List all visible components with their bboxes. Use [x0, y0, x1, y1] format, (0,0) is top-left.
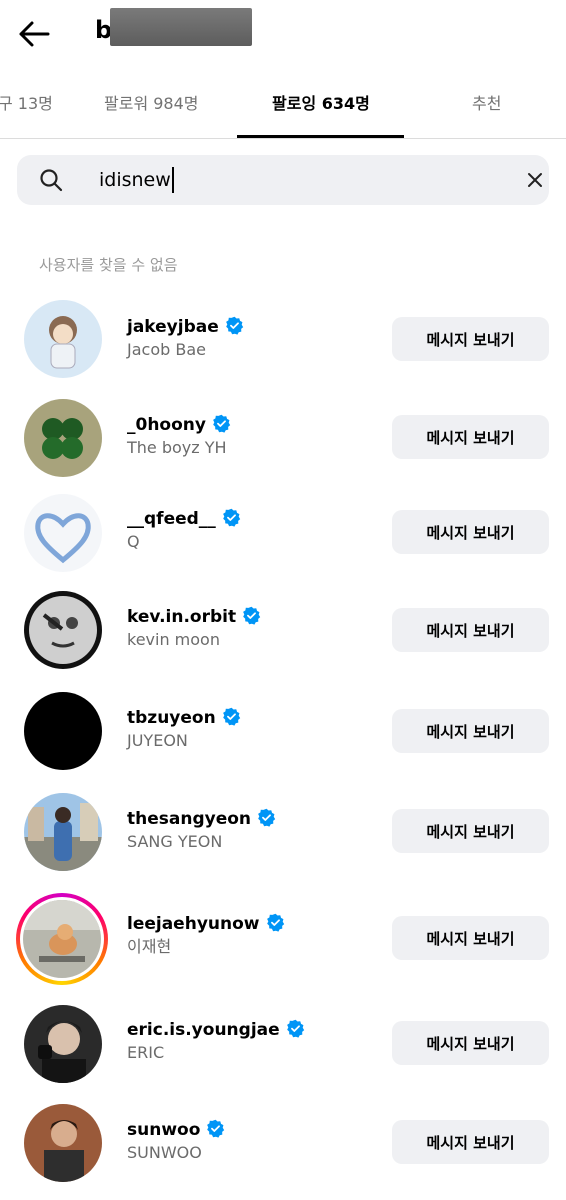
search-bar[interactable]: [17, 155, 549, 205]
message-button[interactable]: 메시지 보내기: [392, 510, 549, 554]
search-input[interactable]: [99, 165, 489, 195]
username[interactable]: thesangyeon: [127, 808, 276, 830]
verified-badge-icon: [213, 414, 231, 433]
verified-badge-icon: [243, 606, 261, 625]
full-name: kevin moon: [127, 630, 220, 649]
list-item: _0hoony The boyz YH 메시지 보내기: [0, 393, 566, 483]
tab-bar: 구 13명 팔로워 984명 팔로잉 634명 추천: [0, 88, 566, 139]
full-name: Q: [127, 532, 140, 551]
verified-badge-icon: [286, 1019, 304, 1038]
full-name: ERIC: [127, 1043, 165, 1062]
message-button[interactable]: 메시지 보내기: [392, 1021, 549, 1065]
message-button[interactable]: 메시지 보내기: [392, 916, 549, 960]
username[interactable]: tbzuyeon: [127, 707, 241, 729]
avatar[interactable]: [24, 1104, 102, 1182]
full-name: Jacob Bae: [127, 340, 206, 359]
avatar[interactable]: [24, 1005, 102, 1083]
tab-followers[interactable]: 팔로워 984명: [104, 88, 199, 136]
list-item: jakeyjbae Jacob Bae 메시지 보내기: [0, 294, 566, 384]
top-bar: b: [0, 0, 566, 70]
redaction-bar: [110, 8, 252, 46]
full-name: SUNWOO: [127, 1143, 202, 1162]
tab-following[interactable]: 팔로잉 634명: [272, 88, 370, 136]
message-button[interactable]: 메시지 보내기: [392, 317, 549, 361]
username[interactable]: jakeyjbae: [127, 316, 244, 338]
username[interactable]: __qfeed__: [127, 508, 241, 530]
search-icon: [40, 169, 63, 192]
full-name: The boyz YH: [127, 438, 227, 457]
list-item: __qfeed__ Q 메시지 보내기: [0, 490, 566, 580]
avatar[interactable]: [24, 793, 102, 871]
full-name: 이재현: [127, 937, 172, 956]
message-button[interactable]: 메시지 보내기: [392, 709, 549, 753]
active-tab-indicator: [237, 135, 404, 138]
verified-badge-icon: [207, 1119, 225, 1138]
verified-badge-icon: [258, 808, 276, 827]
verified-badge-icon: [222, 508, 241, 527]
avatar[interactable]: [24, 692, 102, 770]
username[interactable]: kev.in.orbit: [127, 606, 261, 628]
message-button[interactable]: 메시지 보내기: [392, 1120, 549, 1164]
full-name: SANG YEON: [127, 832, 223, 851]
list-item: kev.in.orbit kevin moon 메시지 보내기: [0, 586, 566, 676]
verified-badge-icon: [266, 913, 284, 932]
avatar[interactable]: [24, 399, 102, 477]
list-item: thesangyeon SANG YEON 메시지 보내기: [0, 788, 566, 878]
avatar[interactable]: [24, 591, 102, 669]
username[interactable]: eric.is.youngjae: [127, 1019, 305, 1041]
list-item: eric.is.youngjae ERIC 메시지 보내기: [0, 1003, 566, 1093]
tab-mutual[interactable]: 구 13명: [0, 88, 53, 136]
username[interactable]: sunwoo: [127, 1119, 225, 1141]
message-button[interactable]: 메시지 보내기: [392, 608, 549, 652]
list-item: leejaehyunow 이재현 메시지 보내기: [0, 893, 566, 985]
avatar[interactable]: [24, 300, 102, 378]
message-button[interactable]: 메시지 보내기: [392, 809, 549, 853]
verified-badge-icon: [222, 707, 240, 726]
username[interactable]: _0hoony: [127, 414, 231, 436]
avatar[interactable]: [24, 494, 102, 572]
arrow-left-icon: [19, 21, 50, 47]
list-item: sunwoo SUNWOO 메시지 보내기: [0, 1102, 566, 1192]
username[interactable]: leejaehyunow: [127, 913, 285, 935]
close-icon[interactable]: [523, 168, 547, 192]
back-button[interactable]: [14, 14, 54, 54]
no-results-message: 사용자를 찾을 수 없음: [39, 256, 178, 274]
message-button[interactable]: 메시지 보내기: [392, 415, 549, 459]
text-cursor: [172, 167, 174, 193]
list-item: tbzuyeon JUYEON 메시지 보내기: [0, 687, 566, 777]
avatar[interactable]: [23, 900, 101, 978]
full-name: JUYEON: [127, 731, 188, 750]
verified-badge-icon: [225, 316, 243, 335]
tab-suggested[interactable]: 추천: [472, 88, 501, 136]
